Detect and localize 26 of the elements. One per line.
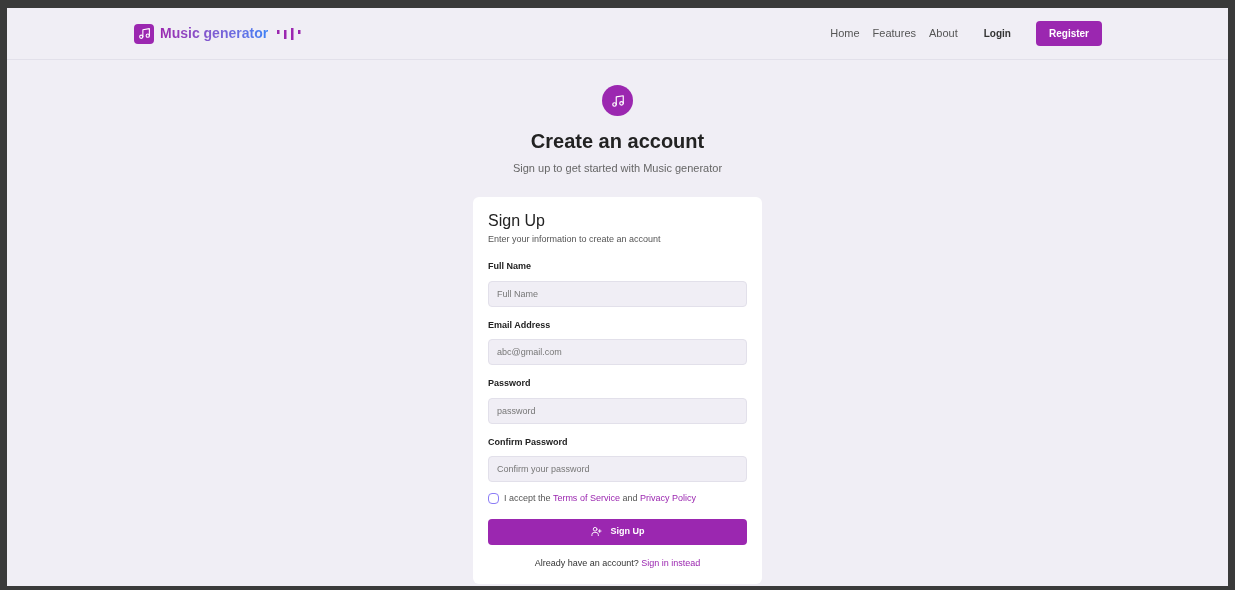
card-title: Sign Up [488,210,546,231]
music-note-icon [610,93,625,108]
nav-link[interactable]: Features [872,25,916,42]
field-label: Email Address [488,318,552,332]
terms-checkbox[interactable] [488,493,499,505]
login-link[interactable]: Login [983,26,1011,41]
signin-prompt: Already have an account? Sign in instead [534,556,701,570]
input-field[interactable]: abc@gmail.com [488,339,747,365]
input-field[interactable]: password [488,397,747,424]
register-button[interactable]: Register [1036,21,1102,46]
field-label: Full Name [488,260,532,273]
terms-text: I accept the Terms of Service and Privacy Policy [504,492,696,505]
user-plus-icon [590,526,602,537]
card-description: Enter your information to create an account [488,232,662,246]
page-subtitle: Sign up to get started with Music generator [512,161,723,176]
input-field[interactable]: Full Name [488,280,747,307]
terms-link[interactable]: Terms of Service [552,493,620,503]
input-field[interactable]: Confirm your password [488,456,747,482]
nav-link[interactable]: Home [830,25,860,42]
field-label: Password [488,377,532,390]
page-title: Create an account [530,129,705,154]
signin-link[interactable]: Sign in instead [641,557,701,568]
signup-button[interactable]: Sign Up [488,518,747,545]
field-label: Confirm Password [488,435,569,449]
privacy-link[interactable]: Privacy Policy [639,493,696,503]
nav-link[interactable]: About [929,25,958,42]
